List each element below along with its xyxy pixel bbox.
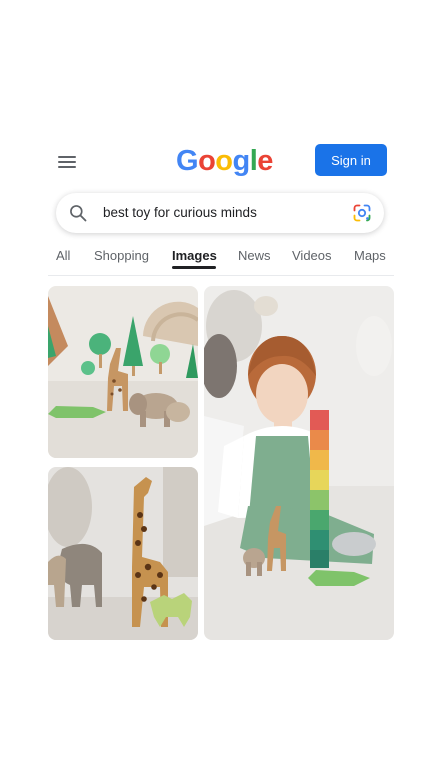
logo-letter: e — [257, 145, 273, 177]
logo-letter: g — [232, 145, 251, 177]
search-input[interactable]: best toy for curious minds — [103, 205, 257, 220]
tab-images[interactable]: Images — [172, 248, 217, 263]
header: Google Sign in — [0, 140, 441, 184]
search-icon[interactable] — [68, 203, 88, 223]
tab-shopping[interactable]: Shopping — [94, 248, 149, 263]
tabs-divider — [48, 275, 394, 276]
wooden-giraffe-image — [48, 467, 198, 640]
tab-maps[interactable]: Maps — [354, 248, 386, 263]
tab-videos[interactable]: Videos — [292, 248, 332, 263]
sign-in-button[interactable]: Sign in — [315, 144, 387, 176]
image-result-child[interactable] — [204, 286, 394, 640]
search-tabs: All Shopping Images News Videos Maps — [0, 245, 441, 275]
active-tab-indicator — [172, 266, 216, 269]
search-bar[interactable]: best toy for curious minds — [56, 193, 384, 233]
logo-letter: o — [215, 145, 233, 177]
hamburger-menu-icon[interactable] — [58, 154, 80, 170]
logo-letter: l — [249, 145, 258, 177]
toy-animals-image — [48, 286, 198, 458]
google-lens-icon[interactable] — [352, 203, 372, 223]
image-result-toys[interactable] — [48, 286, 198, 458]
image-result-giraffe[interactable] — [48, 467, 198, 640]
child-stacking-tower-image — [204, 286, 394, 640]
logo-letter: G — [176, 145, 199, 177]
tab-news[interactable]: News — [238, 248, 271, 263]
tab-all[interactable]: All — [56, 248, 70, 263]
google-logo[interactable]: Google — [176, 145, 273, 178]
logo-letter: o — [198, 145, 216, 177]
